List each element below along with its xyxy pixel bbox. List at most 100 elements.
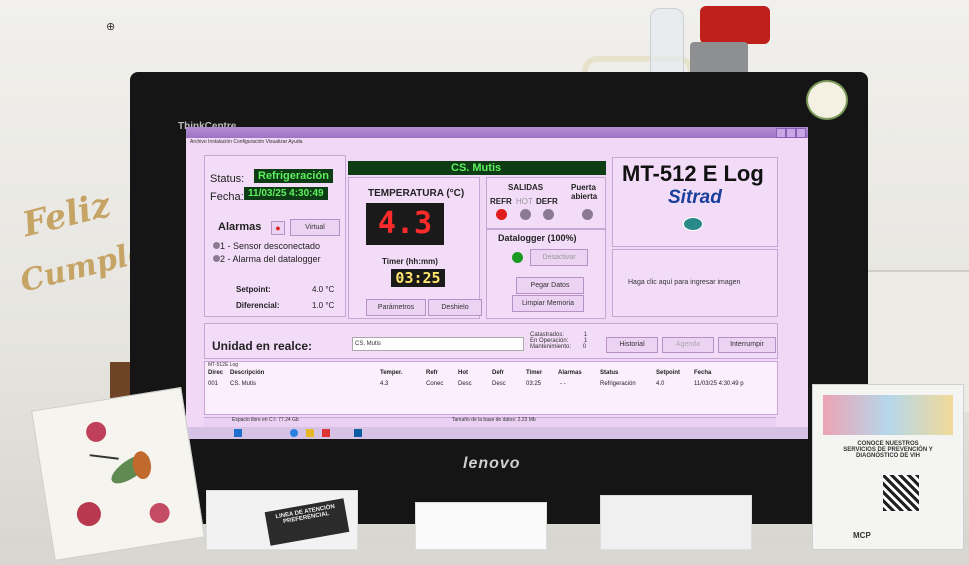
- door-label: Puerta abierta: [571, 183, 598, 201]
- screen: Archivo Instalación Configuración Visual…: [186, 127, 808, 439]
- zoom-cursor-icon: ⊕: [106, 21, 116, 33]
- extinguisher: [700, 6, 770, 44]
- datalogger-label: Datalogger (100%): [498, 233, 577, 243]
- bottle: [650, 8, 684, 80]
- interrupt-button[interactable]: Interrumpir: [718, 337, 776, 353]
- table-cell[interactable]: 4.0: [656, 381, 664, 387]
- defrost-button[interactable]: Deshielo: [428, 299, 482, 316]
- table-cell[interactable]: 03:25: [526, 381, 541, 387]
- door-led-icon: [582, 209, 593, 220]
- col-header[interactable]: Fecha: [694, 370, 711, 376]
- table-cell[interactable]: - -: [560, 381, 566, 387]
- hummingbird-illustration: [76, 421, 170, 527]
- brand-logo: Sitrad: [668, 187, 722, 208]
- app-icon[interactable]: [322, 429, 330, 437]
- alarm-mute-button[interactable]: ●: [271, 221, 285, 235]
- timer-display: 03:25: [391, 269, 445, 287]
- output-refr-label: REFR: [490, 197, 512, 206]
- close-button[interactable]: [796, 128, 806, 138]
- parameters-button[interactable]: Parámetros: [366, 299, 426, 316]
- col-header[interactable]: Timer: [526, 370, 542, 376]
- defr-led-icon: [543, 209, 554, 220]
- hot-led-icon: [520, 209, 531, 220]
- table-title: MT-512E Log: [208, 362, 239, 368]
- table-cell[interactable]: 4.3: [380, 381, 388, 387]
- paper-stack: [415, 502, 547, 550]
- alarms-label: Alarmas: [218, 221, 262, 233]
- alarm-dot-icon: [213, 255, 220, 262]
- col-header[interactable]: Status: [600, 370, 618, 376]
- outputs-label: SALIDAS: [508, 183, 544, 192]
- db-size-text: Tamaño de la base de datos: 2.23 Mb: [452, 417, 536, 423]
- minimize-button[interactable]: [776, 128, 786, 138]
- table-cell[interactable]: Conec: [426, 381, 443, 387]
- browser-icon[interactable]: [290, 429, 298, 437]
- stats-block: Catastrados: 1 En Operación: 1 Mantenimi…: [530, 332, 588, 350]
- history-button[interactable]: Historial: [606, 337, 658, 353]
- alarm-dot-icon: [213, 242, 220, 249]
- highlight-label: Unidad en realce:: [212, 339, 313, 353]
- col-header[interactable]: Alarmas: [558, 370, 582, 376]
- table-cell[interactable]: Refrigeración: [600, 381, 636, 387]
- table-cell[interactable]: Desc: [492, 381, 506, 387]
- col-header[interactable]: Hot: [458, 370, 468, 376]
- differential-value: 1.0 °C: [312, 301, 335, 310]
- output-defr-label: DEFR: [536, 197, 558, 206]
- brand-badge-icon: [683, 217, 703, 231]
- col-header[interactable]: Direc: [208, 370, 223, 376]
- title-bar: [186, 127, 808, 138]
- date-label: Fecha:: [210, 191, 244, 203]
- paste-data-button[interactable]: Pegar Datos: [516, 277, 584, 294]
- monitor-logo: lenovo: [463, 455, 521, 472]
- temperature-display: 4.3: [366, 203, 444, 245]
- alarm-virtual-button[interactable]: Virtual: [290, 219, 340, 236]
- date-value: 11/03/25 4:30:49: [244, 187, 328, 200]
- priority-line-label: LINEA DE ATENCIÓN PREFERENCIAL: [264, 498, 350, 546]
- status-label: Status:: [210, 173, 245, 185]
- agenda-button[interactable]: Agenda: [662, 337, 714, 353]
- sitrad-taskbar-icon[interactable]: [354, 429, 362, 437]
- col-header[interactable]: Temper.: [380, 370, 403, 376]
- free-space-text: Espacio libre en C:\: 77.24 Gb: [232, 417, 299, 423]
- qr-code-icon: [883, 475, 919, 511]
- datalogger-led-icon: [512, 252, 523, 263]
- hiv-info-card: CONOCE NUESTROS SERVICIOS DE PREVENCIÓN …: [812, 384, 964, 550]
- col-header[interactable]: Defr: [492, 370, 504, 376]
- maximize-button[interactable]: [786, 128, 796, 138]
- menu-bar[interactable]: Archivo Instalación Configuración Visual…: [190, 139, 302, 145]
- image-hint[interactable]: Haga clic aquí para ingresar imagen: [628, 279, 740, 286]
- unit-select[interactable]: CS. Mutis: [352, 337, 524, 351]
- folder-icon[interactable]: [306, 429, 314, 437]
- card-text: CONOCE NUESTROS SERVICIOS DE PREVENCIÓN …: [843, 441, 933, 459]
- timer-label: Timer (hh:mm): [382, 257, 438, 266]
- table-cell[interactable]: 11/03/25 4:30:49 p: [694, 381, 744, 387]
- temperature-label: TEMPERATURA (°C): [368, 188, 465, 199]
- table-cell[interactable]: CS. Mutis: [230, 381, 256, 387]
- paper-stack: [600, 495, 752, 550]
- card-illustration: [823, 395, 953, 435]
- table-cell[interactable]: 001: [208, 381, 218, 387]
- differential-label: Diferencial:: [236, 301, 280, 310]
- unit-name: CS. Mutis: [451, 162, 502, 174]
- output-hot-label: HOT: [516, 197, 533, 206]
- paper-stack: LINEA DE ATENCIÓN PREFERENCIAL: [206, 490, 358, 550]
- alarm-item: 1 - Sensor desconectado: [220, 241, 321, 251]
- setpoint-value: 4.0 °C: [312, 285, 335, 294]
- taskbar: [186, 427, 808, 439]
- deactivate-button[interactable]: Desactivar: [530, 249, 588, 266]
- alarm-item: 2 - Alarma del datalogger: [220, 254, 321, 264]
- model-name: MT-512 E Log: [622, 161, 764, 186]
- status-value: Refrigeración: [254, 169, 333, 183]
- table-cell[interactable]: Desc: [458, 381, 472, 387]
- col-header[interactable]: Descripción: [230, 370, 264, 376]
- refr-led-icon: [496, 209, 507, 220]
- setpoint-label: Setpoint:: [236, 285, 271, 294]
- hummingbird-card: [31, 387, 205, 561]
- start-icon[interactable]: [234, 429, 242, 437]
- col-header[interactable]: Refr: [426, 370, 438, 376]
- card-footer-logo: MCP: [853, 531, 871, 540]
- clear-memory-button[interactable]: Limpiar Memoria: [512, 295, 584, 312]
- col-header[interactable]: Setpoint: [656, 370, 680, 376]
- units-table: [204, 361, 778, 415]
- sticker: [806, 80, 848, 120]
